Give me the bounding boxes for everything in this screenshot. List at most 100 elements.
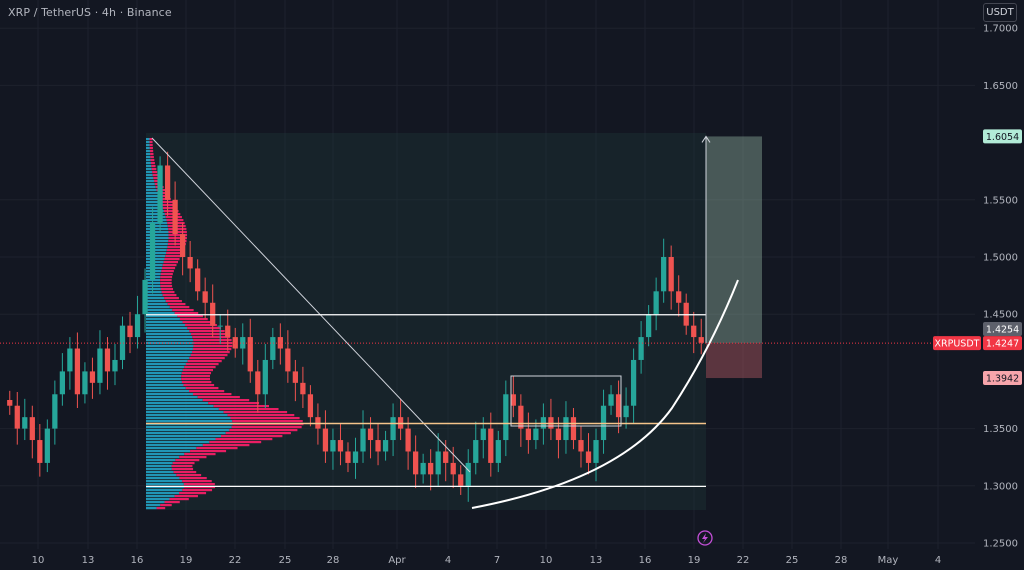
candle-body <box>172 199 178 235</box>
candle-body <box>435 451 441 475</box>
candle-body <box>645 314 652 338</box>
candle-body <box>480 428 486 441</box>
volume-bar-up <box>146 306 170 309</box>
volume-bar-down <box>221 435 283 438</box>
symbol-title[interactable]: XRP / TetherUS · 4h · Binance <box>8 6 172 19</box>
volume-bar-up <box>146 234 169 237</box>
volume-bar-up <box>146 357 190 360</box>
volume-bar-up <box>146 219 167 222</box>
candle-body <box>533 428 539 441</box>
volume-bar-down <box>192 348 232 351</box>
volume-bar-down <box>185 363 219 366</box>
time-tick-label: 25 <box>279 555 292 566</box>
volume-bar-up <box>146 255 166 258</box>
time-tick-label: 28 <box>835 555 848 566</box>
volume-bar-down <box>160 285 173 288</box>
volume-bar-up <box>146 171 153 174</box>
volume-bar-up <box>146 249 167 252</box>
volume-bar-up <box>146 327 188 330</box>
candle-body <box>420 462 426 475</box>
volume-bar-up <box>146 330 190 333</box>
volume-bar-up <box>146 468 172 471</box>
volume-bar-down <box>193 345 233 348</box>
volume-bar-up <box>146 369 183 372</box>
volume-bar-up <box>146 477 180 480</box>
volume-bar-down <box>190 354 228 357</box>
volume-bar-up <box>146 459 176 462</box>
volume-bar-down <box>164 501 180 504</box>
candle-body <box>217 325 223 327</box>
candle-body <box>285 348 291 372</box>
volume-bar-up <box>146 324 186 327</box>
volume-bar-up <box>146 285 161 288</box>
candle-body <box>668 257 674 292</box>
volume-bar-down <box>150 162 155 165</box>
volume-bar-up <box>146 441 210 444</box>
volume-bar-down <box>202 444 250 447</box>
candle-body <box>44 428 50 463</box>
volume-bar-down <box>152 174 159 177</box>
volume-bar-down <box>192 336 231 339</box>
volume-bar-up <box>146 156 151 159</box>
volume-bar-up <box>146 333 191 336</box>
volume-bar-up <box>146 300 166 303</box>
volume-bar-down <box>169 306 190 309</box>
volume-bar-up <box>146 378 182 381</box>
volume-bar-down <box>209 441 262 444</box>
volume-bar-up <box>146 396 198 399</box>
candle-body <box>52 394 58 429</box>
volume-bar-up <box>146 147 150 150</box>
volume-bar-up <box>146 492 180 495</box>
volume-bar-down <box>172 462 195 465</box>
volume-bar-down <box>152 171 158 174</box>
candle-body <box>104 348 111 372</box>
candle-body <box>525 428 532 441</box>
time-axis: 10 13 16 19 22 25 28 Apr 4 7 10 13 16 19 22 25 28 May 4 <box>32 555 942 566</box>
candle-body <box>270 337 276 360</box>
candle-body <box>202 291 208 303</box>
candle-body <box>82 371 88 395</box>
volume-bar-down <box>215 438 273 441</box>
time-tick-label: May <box>878 555 899 566</box>
volume-bar-up <box>146 498 170 501</box>
volume-bar-down <box>150 153 154 156</box>
volume-bar-up <box>146 240 169 243</box>
lightning-icon-bolt <box>702 533 708 543</box>
volume-bar-down <box>171 465 193 468</box>
candle-body <box>360 428 366 452</box>
volume-bar-down <box>196 447 238 450</box>
volume-bar-down <box>160 279 172 282</box>
volume-bar-up <box>146 417 231 420</box>
volume-bar-down <box>208 402 260 405</box>
volume-bar-up <box>146 177 154 180</box>
volume-bar-up <box>146 252 167 255</box>
volume-bar-down <box>182 369 213 372</box>
price-tick-label: 1.2500 <box>983 539 1018 550</box>
volume-bar-up <box>146 222 168 225</box>
time-tick-label: 4 <box>445 555 451 566</box>
time-tick-label: 25 <box>786 555 799 566</box>
volume-bar-up <box>146 507 157 510</box>
volume-bar-down <box>156 507 166 510</box>
volume-bar-up <box>146 474 177 477</box>
candle-body <box>22 417 28 429</box>
candle-body <box>300 382 306 395</box>
volume-bar-down <box>231 426 302 429</box>
volume-bar-up <box>146 384 184 387</box>
volume-bar-down <box>162 294 177 297</box>
volume-bar-up <box>146 456 180 459</box>
volume-bar-down <box>181 372 212 375</box>
volume-bar-up <box>146 375 182 378</box>
currency-button[interactable]: USDT <box>983 3 1017 22</box>
time-tick-label: 19 <box>180 555 193 566</box>
volume-bar-down <box>187 360 222 363</box>
volume-bar-down <box>176 474 202 477</box>
volume-bar-up <box>146 165 152 168</box>
volume-bar-up <box>146 489 183 492</box>
volume-bar-down <box>202 399 250 402</box>
price-chart[interactable]: 1.7000 1.6500 1.5500 1.5000 1.4500 1.3500 1.30… <box>0 0 1024 570</box>
candle-body <box>157 165 163 223</box>
volume-bar-up <box>146 168 152 171</box>
price-tick-label: 1.4500 <box>983 310 1018 321</box>
volume-bar-up <box>146 426 232 429</box>
